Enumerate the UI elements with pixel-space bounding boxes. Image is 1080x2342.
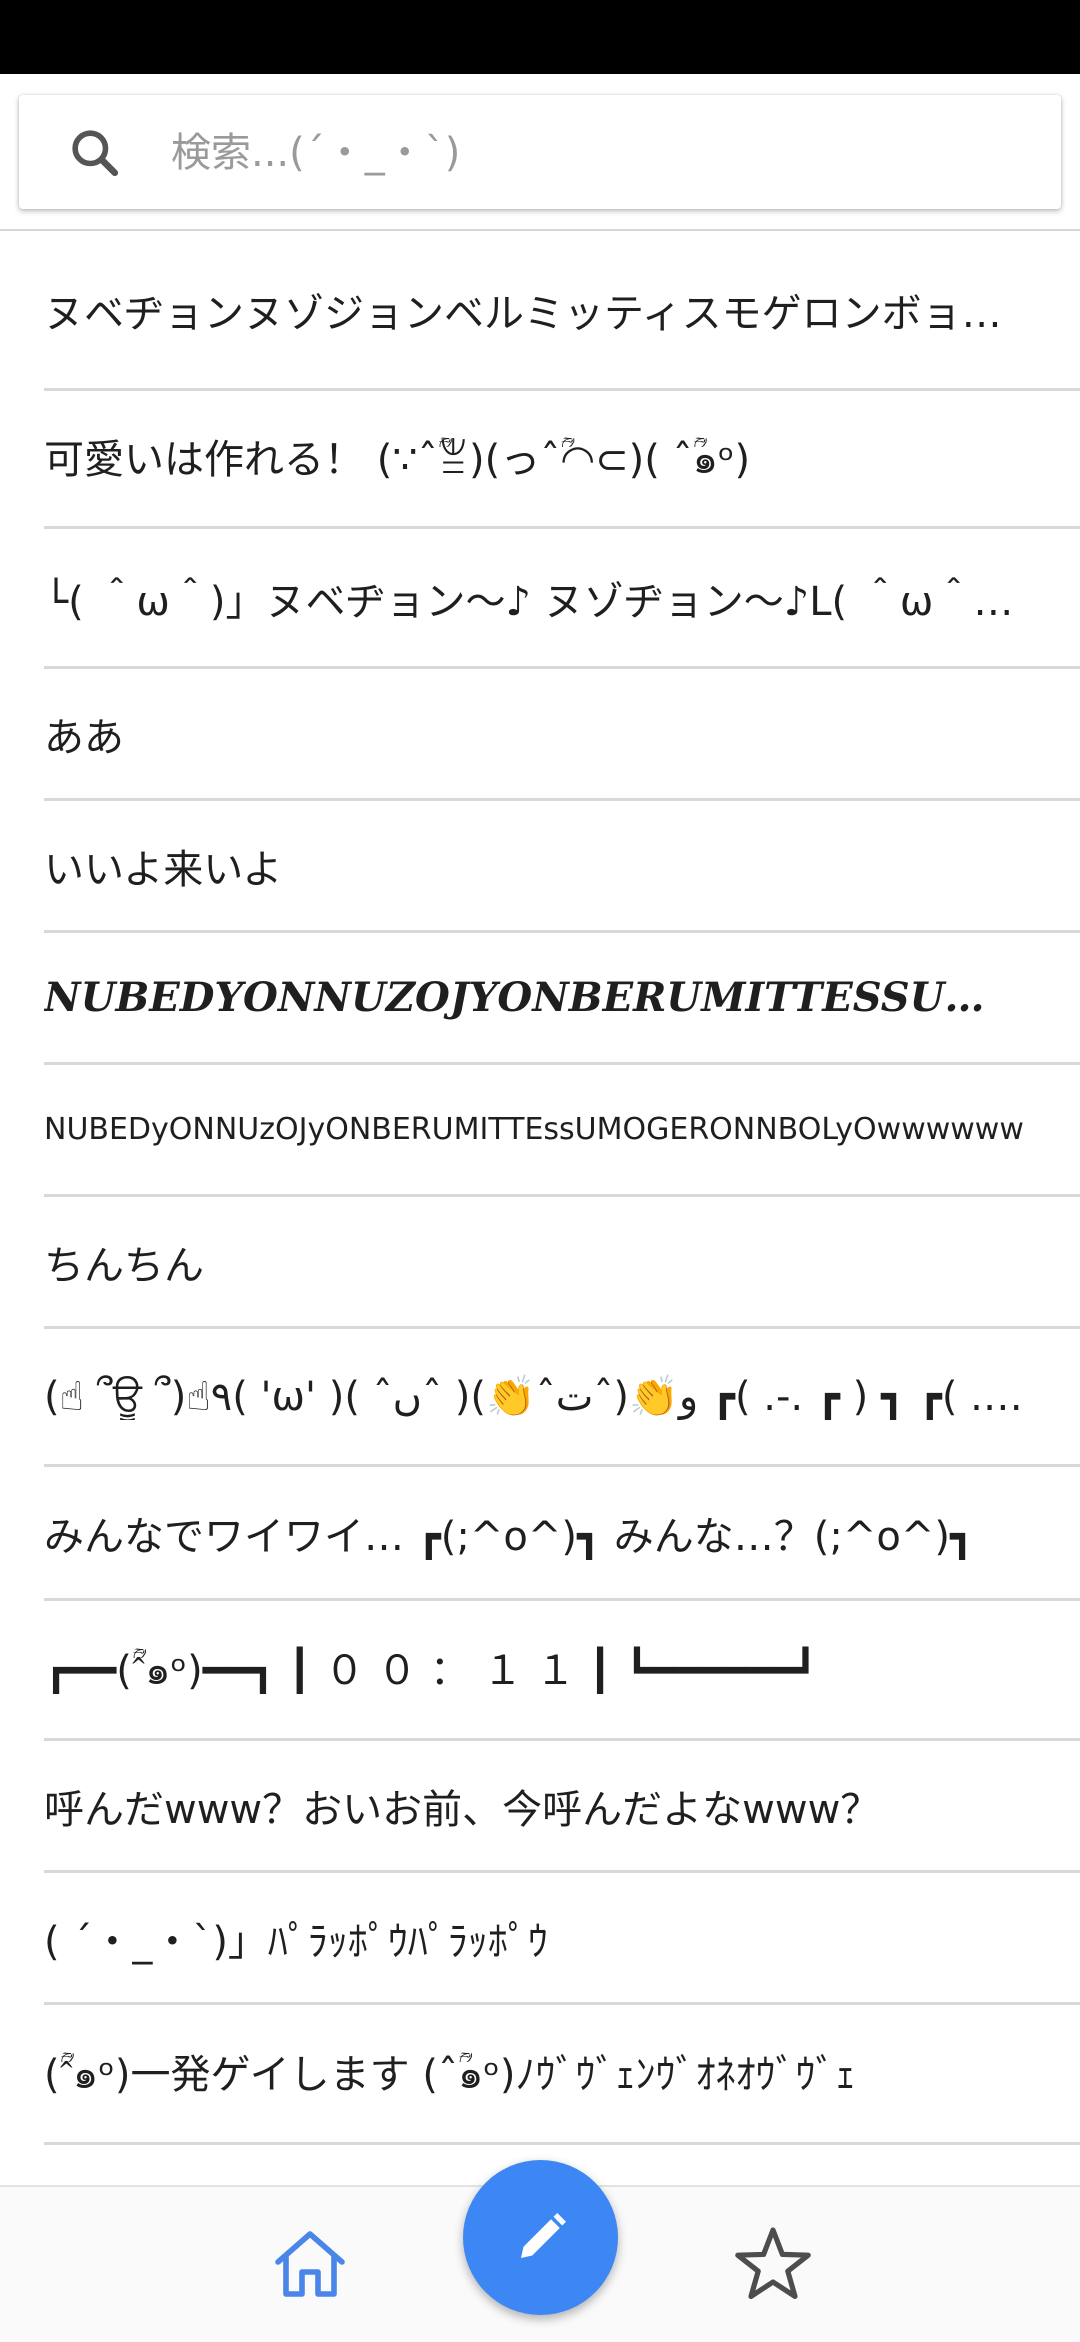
status-bar [0,0,1080,74]
pencil-icon [520,2212,566,2258]
compose-button[interactable] [463,2160,618,2315]
list-item-text: (☝ ՞ਊ ՞)☝٩( 'ω' )و👏(ˆتˆ👏)( ˆںˆ ) ┏( .-. … [44,1374,1024,1420]
home-icon[interactable] [270,2228,350,2300]
list-item[interactable]: └( ＾ω＾)」ヌベヂョン～♪ ヌゾヂョン～♪L( ＾ω＾ )┘ [44,529,1080,669]
list-item[interactable]: ( ´・_・`)」ﾊﾟﾗｯﾎﾟｳﾊﾟﾗｯﾎﾟｳ [44,1873,1080,2005]
list-item[interactable]: ああ [44,669,1080,801]
list-item-text: (ˆؔؒ๑ᵒ)一発ゲイします (ˆؔؒ๑ᵒ)ﾉｳﾞｳﾞｪﾝｳﾞｵﾈｵｳﾞｳﾞｪ [44,2051,856,2098]
list-item-text: ああ [44,714,124,761]
list-item-text: 呼んだwww？おいお前、今呼んだよなwww？ [44,1786,881,1833]
list-item-text: NUBEDYONNUZOJYONBERUMITTESSUMOGERONNBOLY… [44,974,1024,1021]
list-item[interactable]: みんなでワイワイ… ┏(;^o^)┓ みんな…？(;^o^)┓ [44,1467,1080,1601]
list-item[interactable]: (☝ ՞ਊ ՞)☝٩( 'ω' )و👏(ˆتˆ👏)( ˆںˆ ) ┏( .-. … [44,1329,1080,1467]
star-icon[interactable] [733,2226,813,2302]
list-item[interactable]: NUBEDYONNUZOJYONBERUMITTESSUMOGERONNBOLY… [44,933,1080,1065]
list-item[interactable]: (ˆؔؒ๑ᵒ)一発ゲイします (ˆؔؒ๑ᵒ)ﾉｳﾞｳﾞｪﾝｳﾞｵﾈｵｳﾞｳﾞｪ [44,2005,1080,2145]
list-item-text: ( ´・_・`)」ﾊﾟﾗｯﾎﾟｳﾊﾟﾗｯﾎﾟｳ [44,1918,548,1965]
search-icon [72,130,119,177]
list-item-text: いいよ来いよ [44,846,283,893]
list-item[interactable]: 呼んだwww？おいお前、今呼んだよなwww？ [44,1741,1080,1873]
kaomoji-list: ヌベヂョンヌゾジョンベルミッティスモゲロンボョwwwwww 可愛いは作れる！ (… [0,231,1080,2145]
list-item-text: みんなでワイワイ… ┏(;^o^)┓ みんな…？(;^o^)┓ [44,1513,975,1560]
list-item-text: ┏━━(ˆؔؒ๑ᵒ)━━┓ ┃ ０ ０ ： １ １ ┃ ┗━━━━━━┛ [44,1647,818,1694]
search-bar[interactable] [19,95,1061,209]
list-item[interactable]: 可愛いは作れる！ (∵ˆؔؒꁈ)(っˆؔؒ◠⊂)( ˆؔؒ๑ᵒ) [44,391,1080,529]
list-item[interactable]: いいよ来いよ [44,801,1080,933]
list-item[interactable]: NUBEDyONNUzOJyONBERUMITTEssUMOGERONNBOLy… [44,1065,1080,1197]
list-item[interactable]: ヌベヂョンヌゾジョンベルミッティスモゲロンボョwwwwww [44,231,1080,391]
list-item[interactable]: ちんちん [44,1197,1080,1329]
list-item[interactable]: ┏━━(ˆؔؒ๑ᵒ)━━┓ ┃ ０ ０ ： １ １ ┃ ┗━━━━━━┛ [44,1601,1080,1741]
list-item-text: └( ＾ω＾)」ヌベヂョン～♪ ヌゾヂョン～♪L( ＾ω＾ )┘ [44,578,1024,625]
list-item-text: NUBEDyONNUzOJyONBERUMITTEssUMOGERONNBOLy… [44,1112,1024,1147]
list-item-text: ヌベヂョンヌゾジョンベルミッティスモゲロンボョwwwwww [44,290,1024,337]
list-item-text: 可愛いは作れる！ (∵ˆؔؒꁈ)(っˆؔؒ◠⊂)( ˆؔؒ๑ᵒ) [44,436,751,483]
search-input[interactable] [169,115,1033,191]
list-item-text: ちんちん [44,1242,204,1289]
